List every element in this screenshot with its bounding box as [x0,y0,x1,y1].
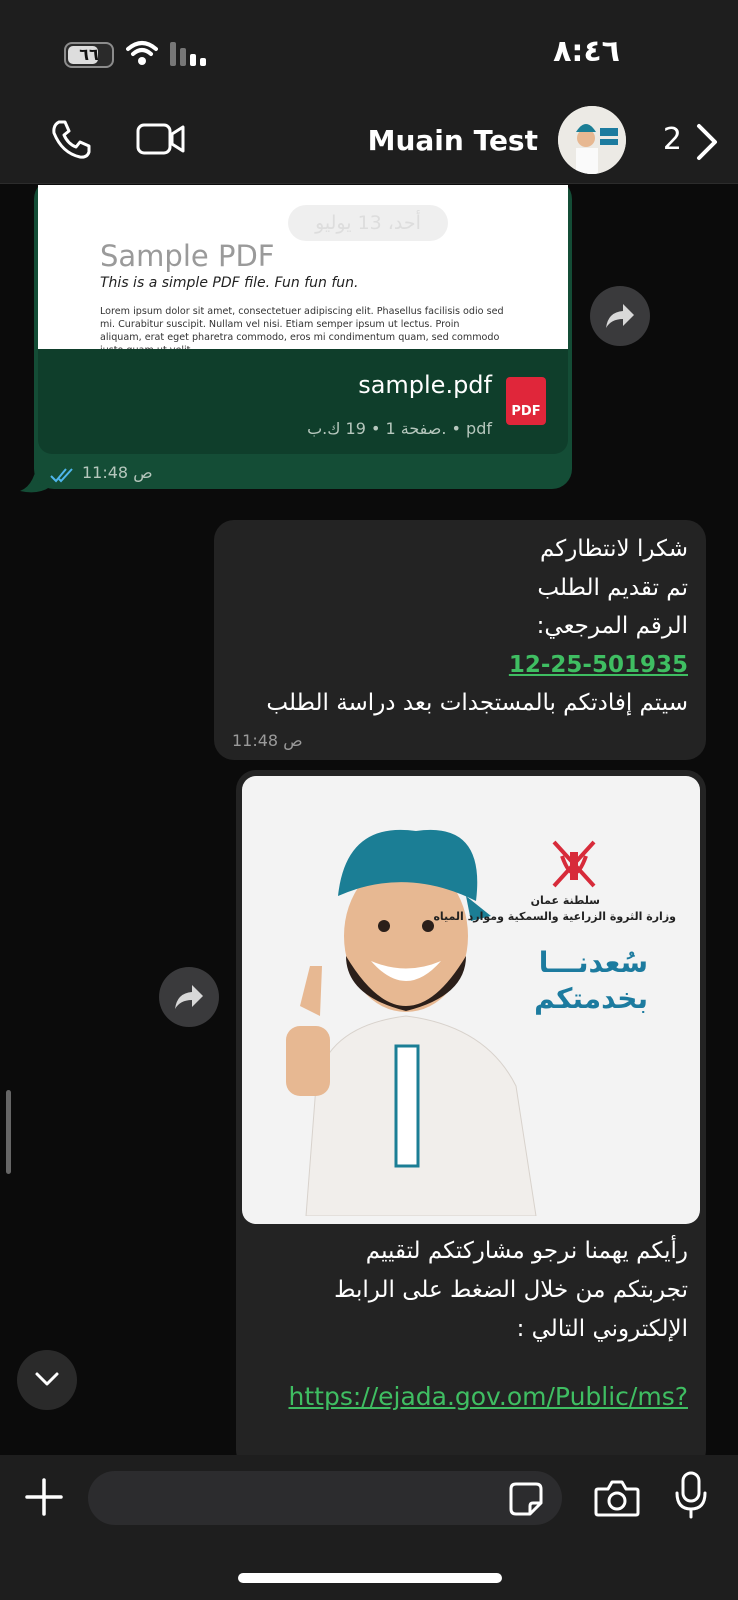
org-line-2: وزارة الثروة الزراعية والسمكية وموارد ال… [433,910,676,923]
scroll-down-button[interactable] [17,1350,77,1410]
camera-icon[interactable] [594,1479,640,1517]
forward-button[interactable] [159,967,219,1027]
pdf-preview[interactable]: أحد، 13 يوليو Sample PDF This is a simpl… [38,185,568,349]
message-line: تم تقديم الطلب [537,574,688,601]
home-indicator [238,1573,502,1583]
battery-level: ٦٦ [79,45,99,64]
composer-bar [0,1455,738,1600]
pdf-preview-body: Lorem ipsum dolor sit amet, consectetuer… [100,306,504,349]
sticker-icon[interactable] [508,1481,544,1517]
text-message[interactable]: شكرا لانتظاركم تم تقديم الطلب الرقم المر… [214,520,706,760]
chat-area[interactable]: أحد، 13 يوليو Sample PDF This is a simpl… [0,185,738,1455]
caption-line: الإلكتروني التالي : [516,1316,688,1342]
caption-line: تجربتكم من خلال الضغط على الرابط [334,1277,688,1303]
avatar[interactable] [558,106,626,174]
pdf-file-info[interactable]: sample.pdf صفحة 1 • 19 ك.ب. • pdf PDF [38,349,568,454]
pdf-file-name: sample.pdf [358,371,492,399]
message-line: شكرا لانتظاركم [539,536,688,562]
battery-icon: ٦٦ [64,42,114,68]
scrollbar[interactable] [6,1090,11,1174]
status-time: ٨:٤٦ [553,34,620,69]
feedback-link[interactable]: https://ejada.gov.om/Public/ms? [289,1382,689,1411]
message-input[interactable] [88,1471,562,1525]
forward-icon [175,985,203,1009]
image-caption: رأيكم يهمنا نرجو مشاركتكم لتقييم تجربتكم… [248,1232,688,1349]
pdf-file-icon: PDF [506,377,546,425]
pdf-message[interactable]: أحد، 13 يوليو Sample PDF This is a simpl… [34,185,572,489]
video-call-icon[interactable] [136,122,186,156]
message-time: 11:48 ص [82,463,153,482]
oman-emblem-icon [552,840,596,888]
feedback-image[interactable]: سلطنة عمان وزارة الثروة الزراعية والسمكي… [242,776,700,1224]
pdf-icon-label: PDF [511,404,541,419]
date-pill: أحد، 13 يوليو [288,205,448,241]
signal-icon [170,42,206,66]
chevron-right-icon[interactable] [694,122,720,162]
microphone-icon[interactable] [674,1471,708,1519]
double-check-icon [50,468,73,483]
plus-icon[interactable] [24,1477,64,1517]
message-time: 11:48 ص [232,731,303,750]
forward-button[interactable] [590,286,650,346]
pdf-preview-title: Sample PDF [100,239,275,273]
message-line: الرقم المرجعي: [536,613,688,639]
pdf-file-meta: صفحة 1 • 19 ك.ب. • pdf [307,419,492,438]
wifi-icon [126,41,158,65]
chevron-down-icon [35,1372,59,1386]
happy-line-2: بخدمتكم [534,982,648,1015]
status-bar: ٦٦ ٨:٤٦ [0,0,738,100]
image-message[interactable]: سلطنة عمان وزارة الثروة الزراعية والسمكي… [236,770,706,1455]
happy-line-1: سُعدنـــا [538,946,648,979]
contact-name[interactable]: Muain Test [368,124,538,157]
reference-number-link[interactable]: 12-25-501935 [509,652,688,678]
org-line-1: سلطنة عمان [530,894,600,907]
forward-icon [606,304,634,328]
message-line: سيتم إفادتكم بالمستجدات بعد دراسة الطلب [266,690,688,716]
caption-line: رأيكم يهمنا نرجو مشاركتكم لتقييم [365,1238,688,1264]
person-illustration [286,829,537,1216]
chat-header: Muain Test 2 [0,100,738,184]
phone-icon[interactable] [50,118,92,160]
unread-count[interactable]: 2 [663,122,682,157]
pdf-preview-subtitle: This is a simple PDF file. Fun fun fun. [100,275,359,291]
